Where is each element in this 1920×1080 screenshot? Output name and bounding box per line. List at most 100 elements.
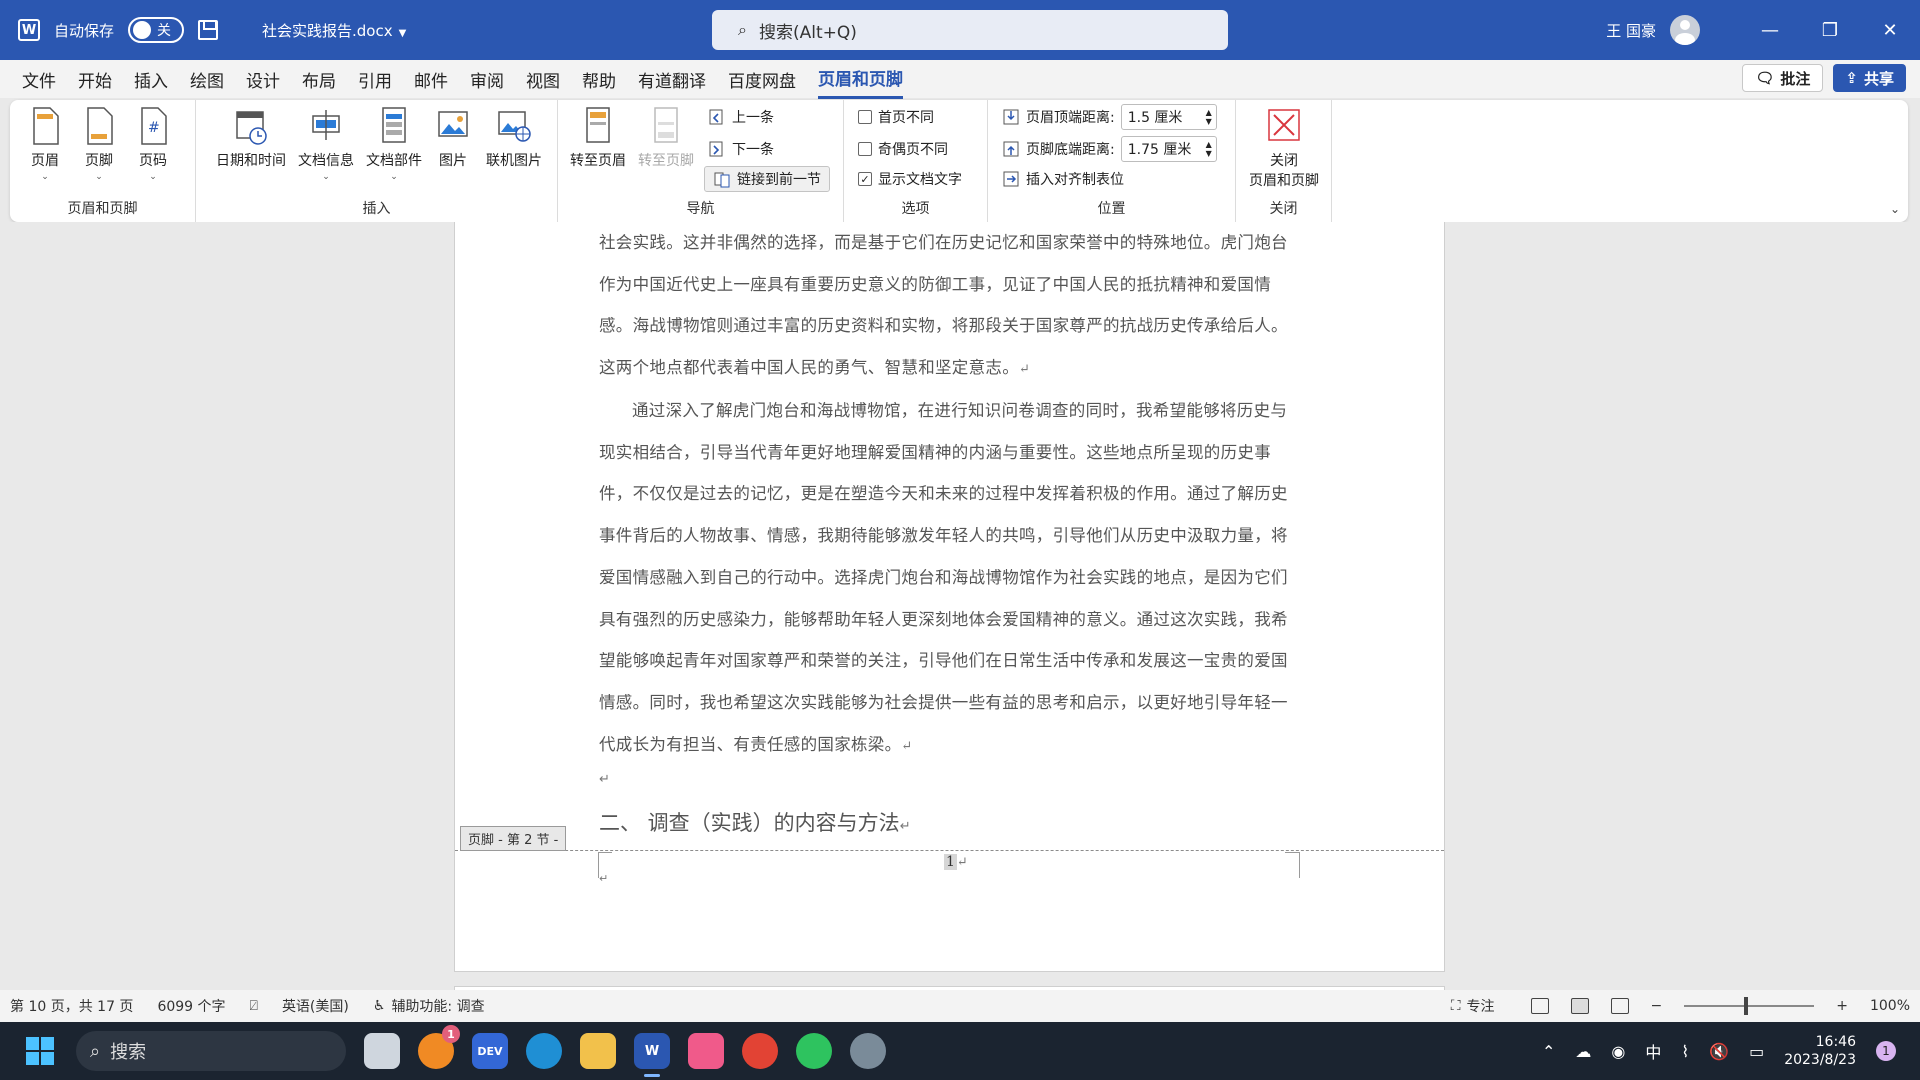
- document-info-button[interactable]: 文档信息 ⌄: [298, 106, 354, 182]
- online-picture-icon: [498, 111, 531, 142]
- document-name[interactable]: 社会实践报告.docx ▼: [262, 20, 406, 41]
- proofing-icon[interactable]: ⍁: [250, 998, 258, 1014]
- tab-insert[interactable]: 插入: [134, 61, 168, 98]
- word-count[interactable]: 6099 个字: [157, 996, 225, 1016]
- minimize-button[interactable]: —: [1740, 0, 1800, 60]
- tab-home[interactable]: 开始: [78, 61, 112, 98]
- tab-layout[interactable]: 布局: [302, 61, 336, 98]
- zoom-out-button[interactable]: −: [1651, 998, 1663, 1014]
- different-first-page-checkbox[interactable]: 首页不同: [858, 104, 934, 130]
- qq-icon[interactable]: ◉: [1611, 1042, 1625, 1061]
- footer-bottom-spinner[interactable]: 1.75 厘米 ▲ ▼: [1120, 136, 1217, 162]
- goto-header-button[interactable]: 转至页眉: [570, 106, 626, 170]
- tab-help[interactable]: 帮助: [582, 61, 616, 98]
- task-view-icon[interactable]: [364, 1033, 400, 1069]
- tab-references[interactable]: 引用: [358, 61, 392, 98]
- cloud-icon[interactable]: ☁: [1575, 1042, 1591, 1061]
- tab-youdao[interactable]: 有道翻译: [638, 61, 706, 98]
- tab-file[interactable]: 文件: [22, 61, 56, 98]
- accessibility-status[interactable]: ♿ 辅助功能: 调查: [373, 996, 485, 1016]
- tab-view[interactable]: 视图: [526, 61, 560, 98]
- empty-paragraph-mark: ↵: [599, 772, 610, 787]
- save-icon[interactable]: [198, 20, 219, 40]
- close-window-button[interactable]: ✕: [1860, 0, 1920, 60]
- footer-page-number[interactable]: 1 ↵: [944, 854, 968, 870]
- print-layout-icon[interactable]: [1570, 998, 1589, 1014]
- notification-center-badge[interactable]: 1: [1876, 1041, 1896, 1061]
- paragraph-1-text: 社会实践。这并非偶然的选择，而是基于它们在历史记忆和国家荣誉中的特殊地位。虎门炮…: [599, 233, 1288, 378]
- dev-app-icon[interactable]: DEV: [472, 1033, 508, 1069]
- tab-draw[interactable]: 绘图: [190, 61, 224, 98]
- paragraph-mark: ↵: [899, 819, 911, 834]
- spinner-arrows-icon[interactable]: ▲ ▼: [1206, 140, 1212, 158]
- clock[interactable]: 16:46 2023/8/23: [1784, 1033, 1856, 1069]
- tab-review[interactable]: 审阅: [470, 61, 504, 98]
- previous-label: 上一条: [732, 110, 774, 126]
- close-header-footer-button[interactable]: 关闭 页眉和页脚: [1242, 106, 1326, 190]
- document-canvas[interactable]: 社会实践。这并非偶然的选择，而是基于它们在历史记忆和国家荣誉中的特殊地位。虎门炮…: [0, 222, 1920, 990]
- date-time-button[interactable]: 日期和时间: [216, 106, 286, 170]
- comments-button[interactable]: 🗨 批注: [1742, 64, 1824, 92]
- margin-corner: [1285, 852, 1299, 853]
- share-button[interactable]: ⇪ 共享: [1833, 64, 1906, 92]
- chrome-browser-icon[interactable]: [742, 1033, 778, 1069]
- word-taskbar-icon[interactable]: W: [634, 1033, 670, 1077]
- search-box[interactable]: ⌕ 搜索(Alt+Q): [712, 10, 1228, 50]
- taskbar-search[interactable]: ⌕ 搜索: [76, 1031, 346, 1071]
- document-page[interactable]: 社会实践。这并非偶然的选择，而是基于它们在历史记忆和国家荣誉中的特殊地位。虎门炮…: [454, 222, 1445, 972]
- restore-button[interactable]: ❐: [1800, 0, 1860, 60]
- file-explorer-icon[interactable]: [580, 1033, 616, 1069]
- chevron-up-icon[interactable]: ⌃: [1542, 1042, 1555, 1061]
- ribbon-panel: 页眉 ⌄ 页脚 ⌄ # 页码 ⌄ 页眉和页脚 日期和时间 文档信息 ⌄ 文档部件…: [10, 100, 1908, 222]
- footer-button[interactable]: 页脚 ⌄: [82, 106, 116, 182]
- show-document-text-checkbox[interactable]: ✓ 显示文档文字: [858, 166, 962, 192]
- different-odd-even-checkbox[interactable]: 奇偶页不同: [858, 136, 948, 162]
- quick-parts-button[interactable]: 文档部件 ⌄: [366, 106, 422, 182]
- wechat-icon[interactable]: [796, 1033, 832, 1069]
- zoom-slider-thumb[interactable]: [1744, 997, 1749, 1015]
- tab-baidu-netdisk[interactable]: 百度网盘: [728, 61, 796, 98]
- link-to-previous-button[interactable]: 链接到前一节: [704, 166, 830, 192]
- battery-icon[interactable]: ▭: [1749, 1042, 1764, 1061]
- page-count[interactable]: 第 10 页，共 17 页: [10, 996, 133, 1016]
- app-icon-orange[interactable]: 1: [418, 1025, 460, 1069]
- focus-mode-button[interactable]: ⛶ 专注: [1451, 996, 1495, 1016]
- volume-muted-icon[interactable]: 🔇: [1709, 1042, 1729, 1061]
- section-heading[interactable]: 二、 调查（实践）的内容与方法↵: [599, 807, 911, 837]
- next-section-button[interactable]: 下一条: [708, 136, 774, 162]
- zoom-slider[interactable]: [1684, 997, 1815, 1015]
- autosave-toggle[interactable]: 关: [128, 17, 185, 43]
- picture-button[interactable]: 图片: [436, 106, 470, 170]
- header-top-spinner[interactable]: 1.5 厘米 ▲ ▼: [1120, 104, 1217, 130]
- tab-header-footer[interactable]: 页眉和页脚: [818, 59, 903, 99]
- windows-start-icon[interactable]: [26, 1037, 54, 1065]
- footer-bottom-distance: 页脚底端距离: 1.75 厘米 ▲ ▼: [1002, 136, 1217, 162]
- language[interactable]: 英语(美国): [282, 996, 349, 1016]
- edge-browser-icon[interactable]: [526, 1033, 562, 1069]
- tab-mailings[interactable]: 邮件: [414, 61, 448, 98]
- insert-alignment-tab-button[interactable]: 插入对齐制表位: [1002, 166, 1124, 192]
- header-button[interactable]: 页眉 ⌄: [28, 106, 62, 182]
- page-number-button[interactable]: # 页码 ⌄: [136, 106, 170, 182]
- tab-design[interactable]: 设计: [246, 61, 280, 98]
- read-mode-icon[interactable]: [1530, 998, 1549, 1014]
- bilibili-icon[interactable]: [688, 1033, 724, 1069]
- spinner-arrows-icon[interactable]: ▲ ▼: [1206, 108, 1212, 126]
- ribbon-collapse-icon[interactable]: ⌄: [1890, 202, 1900, 216]
- document-info-icon: [312, 110, 340, 140]
- previous-section-button[interactable]: 上一条: [708, 104, 774, 130]
- zoom-in-button[interactable]: +: [1836, 998, 1848, 1014]
- chevron-down-icon: ⌄: [95, 172, 103, 182]
- user-name[interactable]: 王 国豪: [1606, 20, 1656, 41]
- paragraph-2[interactable]: 通过深入了解虎门炮台和海战博物馆，在进行知识问卷调查的同时，我希望能够将历史与现…: [599, 390, 1299, 767]
- footer-bottom-label: 页脚底端距离:: [1026, 142, 1115, 158]
- footer-bottom-value: 1.75 厘米: [1127, 142, 1192, 158]
- web-layout-icon[interactable]: [1610, 998, 1629, 1014]
- wifi-icon[interactable]: ⌇: [1681, 1042, 1689, 1061]
- avatar-app-icon[interactable]: [850, 1033, 886, 1069]
- online-picture-button[interactable]: 联机图片: [486, 106, 542, 170]
- paragraph-1[interactable]: 社会实践。这并非偶然的选择，而是基于它们在历史记忆和国家荣誉中的特殊地位。虎门炮…: [599, 222, 1299, 391]
- zoom-level[interactable]: 100%: [1870, 998, 1910, 1014]
- ime-indicator[interactable]: 中: [1645, 1039, 1661, 1063]
- avatar[interactable]: [1670, 15, 1700, 45]
